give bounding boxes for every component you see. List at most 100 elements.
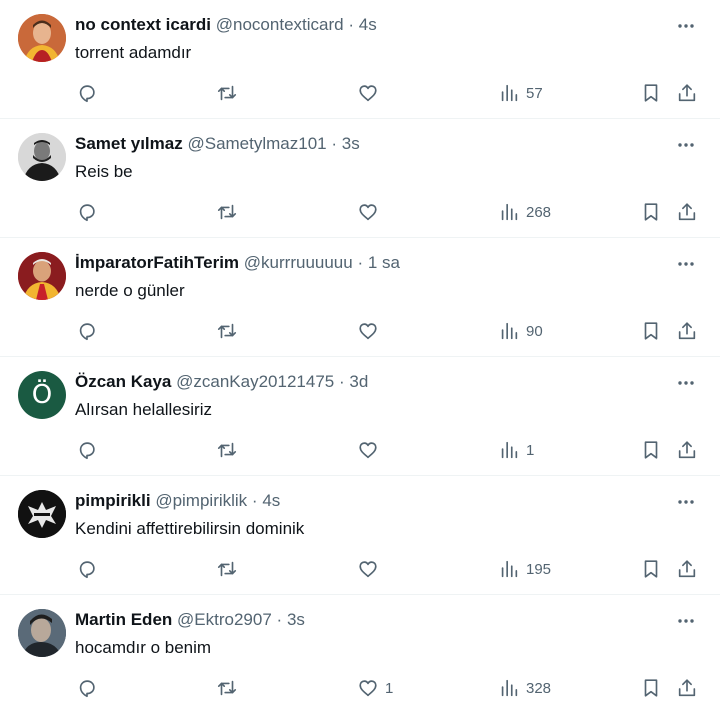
display-name[interactable]: no context icardi (75, 15, 211, 34)
more-options-button[interactable] (674, 252, 698, 276)
tweet[interactable]: no context icardi @nocontexticard · 4s t… (0, 0, 720, 119)
views-button[interactable]: 1 (498, 437, 534, 463)
tweet-text: hocamdır o benim (75, 638, 212, 657)
tweet-actions: 1 328 (0, 673, 720, 703)
user-handle[interactable]: @kurrruuuuuu (244, 253, 353, 272)
share-button[interactable] (676, 437, 698, 463)
separator-dot: · (276, 610, 283, 629)
tweet-actions: 57 (0, 78, 720, 108)
user-handle[interactable]: @nocontexticard (216, 15, 344, 34)
share-button[interactable] (676, 318, 698, 344)
bookmark-button[interactable] (640, 80, 662, 106)
like-button[interactable] (357, 80, 385, 106)
reply-button[interactable] (76, 318, 104, 344)
reply-button[interactable] (76, 556, 104, 582)
timestamp[interactable]: 1 sa (368, 253, 400, 272)
user-handle[interactable]: @zcanKay20121475 (176, 372, 334, 391)
tweet-actions: 268 (0, 197, 720, 227)
avatar[interactable]: Ö (18, 371, 66, 419)
analytics-icon (501, 560, 518, 578)
timestamp[interactable]: 3d (349, 372, 368, 391)
views-button[interactable]: 90 (498, 318, 543, 344)
more-options-button[interactable] (674, 133, 698, 157)
views-button[interactable]: 57 (498, 80, 543, 106)
display-name[interactable]: Özcan Kaya (75, 372, 171, 391)
share-button[interactable] (676, 556, 698, 582)
reply-button[interactable] (76, 80, 104, 106)
timestamp[interactable]: 4s (359, 15, 377, 34)
view-count: 268 (526, 203, 552, 221)
bookmark-icon (644, 203, 658, 221)
like-button[interactable] (357, 437, 385, 463)
views-button[interactable]: 268 (498, 199, 551, 225)
bookmark-button[interactable] (640, 199, 662, 225)
heart-icon (359, 323, 377, 340)
tweet[interactable]: İmparatorFatihTerim @kurrruuuuuu · 1 sa … (0, 238, 720, 357)
bookmark-button[interactable] (640, 318, 662, 344)
reply-button[interactable] (76, 675, 104, 701)
tweet[interactable]: Ö Özcan Kaya @zcanKay20121475 · 3d Alırs… (0, 357, 720, 476)
timestamp[interactable]: 3s (287, 610, 305, 629)
reply-button[interactable] (76, 199, 104, 225)
retweet-button[interactable] (216, 437, 244, 463)
bookmark-button[interactable] (640, 437, 662, 463)
heart-icon (359, 561, 377, 578)
share-button[interactable] (676, 199, 698, 225)
user-handle[interactable]: @Ektro2907 (177, 610, 272, 629)
timestamp[interactable]: 3s (342, 134, 360, 153)
retweet-button[interactable] (216, 556, 244, 582)
share-icon (678, 322, 696, 340)
retweet-button[interactable] (216, 80, 244, 106)
more-options-button[interactable] (674, 371, 698, 395)
reply-button[interactable] (76, 437, 104, 463)
avatar[interactable] (18, 133, 66, 181)
tweet[interactable]: Samet yılmaz @Sametylmaz101 · 3s Reis be (0, 119, 720, 238)
more-options-button[interactable] (674, 609, 698, 633)
user-handle[interactable]: @pimpiriklik (155, 491, 247, 510)
display-name[interactable]: Samet yılmaz (75, 134, 183, 153)
share-icon (678, 84, 696, 102)
display-name[interactable]: İmparatorFatihTerim (75, 253, 239, 272)
like-button[interactable] (357, 199, 385, 225)
analytics-icon (501, 322, 518, 340)
like-button[interactable]: 1 (357, 675, 393, 701)
views-button[interactable]: 195 (498, 556, 551, 582)
retweet-button[interactable] (216, 675, 244, 701)
timestamp[interactable]: 4s (262, 491, 280, 510)
retweet-button[interactable] (216, 318, 244, 344)
bookmark-icon (644, 441, 658, 459)
tweet[interactable]: Martin Eden @Ektro2907 · 3s hocamdır o b… (0, 595, 720, 714)
more-options-button[interactable] (674, 490, 698, 514)
like-button[interactable] (357, 556, 385, 582)
bookmark-button[interactable] (640, 675, 662, 701)
heart-icon (359, 204, 377, 221)
share-button[interactable] (676, 675, 698, 701)
tweet-text: Kendini affettirebilirsin dominik (75, 519, 305, 538)
like-button[interactable] (357, 318, 385, 344)
avatar[interactable] (18, 14, 66, 62)
display-name[interactable]: pimpirikli (75, 491, 151, 510)
avatar[interactable] (18, 609, 66, 657)
reply-icon (79, 680, 95, 698)
tweet-text: nerde o günler (75, 281, 185, 300)
reply-icon (79, 204, 95, 222)
more-options-button[interactable] (674, 14, 698, 38)
separator-dot: · (251, 491, 258, 510)
avatar[interactable] (18, 252, 66, 300)
display-name[interactable]: Martin Eden (75, 610, 172, 629)
tweet[interactable]: pimpirikli @pimpiriklik · 4s Kendini aff… (0, 476, 720, 595)
retweet-button[interactable] (216, 199, 244, 225)
share-button[interactable] (676, 80, 698, 106)
heart-icon (359, 680, 377, 697)
tweet-header: no context icardi @nocontexticard · 4s (75, 14, 377, 36)
retweet-icon (217, 85, 237, 101)
tweet-actions: 90 (0, 316, 720, 346)
view-count: 1 (526, 441, 535, 459)
bookmark-button[interactable] (640, 556, 662, 582)
bookmark-icon (644, 84, 658, 102)
user-handle[interactable]: @Sametylmaz101 (187, 134, 326, 153)
bookmark-icon (644, 560, 658, 578)
views-button[interactable]: 328 (498, 675, 551, 701)
avatar[interactable] (18, 490, 66, 538)
share-icon (678, 560, 696, 578)
